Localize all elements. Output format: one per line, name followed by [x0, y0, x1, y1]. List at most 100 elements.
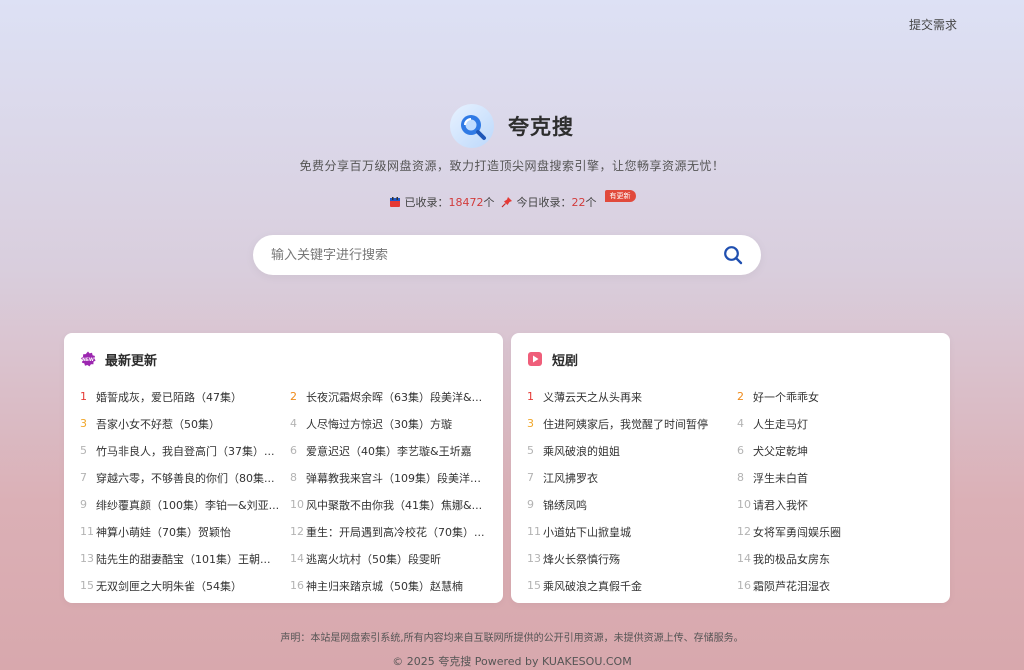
rank-number: 14	[737, 552, 751, 565]
item-title: 我的极品女房东	[753, 552, 830, 566]
list-item[interactable]: 2 好一个乖乖女	[737, 383, 936, 410]
submit-request-link[interactable]: 提交需求	[909, 16, 957, 33]
item-title: 婚誓成灰，爱已陌路（47集）	[96, 390, 242, 404]
tagline: 免费分享百万级网盘资源，致力打造顶尖网盘搜索引擎，让您畅享资源无忧！	[299, 159, 725, 173]
list-item[interactable]: 7 江风拂罗衣	[527, 464, 737, 491]
list-item[interactable]: 8 浮生未白首	[737, 464, 936, 491]
rank-number: 5	[527, 444, 534, 457]
short-drama-list: 1 义薄云天之从头再来 2 好一个乖乖女 3 住进阿姨家后，我觉醒了时间暂停 4 人生走马灯 5…	[527, 383, 934, 599]
list-item[interactable]: 12 重生：开局遇到高冷校花（70集）...	[290, 518, 489, 545]
search-bar	[253, 235, 761, 275]
list-item[interactable]: 11 神算小萌娃（70集）贺颖怡	[80, 518, 290, 545]
item-title: 人尽悔过方惊迟（30集）方璇	[306, 417, 452, 431]
short-drama-card: 短剧 1 义薄云天之从头再来 2 好一个乖乖女 3 住进阿姨家后，我觉醒了时间暂停 4 人生走…	[511, 333, 950, 603]
list-item[interactable]: 15 无双剑匣之大明朱雀（54集）	[80, 572, 290, 599]
list-item[interactable]: 16 霜陨芦花泪湿衣	[737, 572, 936, 599]
list-item[interactable]: 15 乘风破浪之真假千金	[527, 572, 737, 599]
item-title: 人生走马灯	[753, 417, 808, 431]
item-title: 吾家小女不好惹（50集）	[96, 417, 220, 431]
list-item[interactable]: 4 人生走马灯	[737, 410, 936, 437]
list-item[interactable]: 14 我的极品女房东	[737, 545, 936, 572]
brand: 夸克搜	[0, 104, 1024, 148]
rank-number: 9	[80, 498, 87, 511]
item-title: 爱意迟迟（40集）李艺璇&王圻嘉	[306, 444, 472, 458]
list-item[interactable]: 6 爱意迟迟（40集）李艺璇&王圻嘉	[290, 437, 489, 464]
item-title: 锦绣凤鸣	[543, 498, 587, 512]
list-item[interactable]: 8 弹幕教我来宫斗（109集）段美洋&...	[290, 464, 489, 491]
rank-number: 15	[527, 579, 541, 592]
item-title: 小道姑下山掀皇城	[543, 525, 631, 539]
item-title: 住进阿姨家后，我觉醒了时间暂停	[543, 417, 708, 431]
item-title: 犬父定乾坤	[753, 444, 808, 458]
latest-updates-title: 最新更新	[105, 353, 158, 369]
rank-number: 2	[737, 390, 744, 403]
rank-number: 4	[290, 417, 297, 430]
list-item[interactable]: 4 人尽悔过方惊迟（30集）方璇	[290, 410, 489, 437]
rank-number: 8	[290, 471, 297, 484]
short-drama-title: 短剧	[552, 353, 579, 369]
list-item[interactable]: 16 神主归来踏京城（50集）赵慧楠	[290, 572, 489, 599]
item-title: 江风拂罗衣	[543, 471, 598, 485]
list-item[interactable]: 13 烽火长祭慎行殇	[527, 545, 737, 572]
list-item[interactable]: 9 绯纱覆真颜（100集）李铂一&刘亚...	[80, 491, 290, 518]
rank-number: 7	[527, 471, 534, 484]
disclaimer: 声明：本站是网盘索引系统,所有内容均来自互联网所提供的公开引用资源，未提供资源上…	[280, 633, 744, 644]
rank-number: 1	[80, 390, 87, 403]
item-title: 神算小萌娃（70集）贺颖怡	[96, 525, 231, 539]
item-title: 乘风破浪之真假千金	[543, 579, 642, 593]
list-item[interactable]: 10 风中聚散不由你我（41集）焦娜&...	[290, 491, 489, 518]
list-item[interactable]: 3 住进阿姨家后，我觉醒了时间暂停	[527, 410, 737, 437]
collected-unit: 个	[483, 196, 495, 209]
rank-number: 13	[80, 552, 94, 565]
rank-number: 10	[737, 498, 751, 511]
logo-icon	[450, 104, 494, 148]
list-item[interactable]: 1 义薄云天之从头再来	[527, 383, 737, 410]
pin-icon	[501, 197, 512, 208]
item-title: 陆先生的甜妻酷宝（101集）王朝...	[96, 552, 271, 566]
list-item[interactable]: 3 吾家小女不好惹（50集）	[80, 410, 290, 437]
item-title: 绯纱覆真颜（100集）李铂一&刘亚...	[96, 498, 280, 512]
search-button[interactable]	[721, 243, 745, 267]
item-title: 好一个乖乖女	[753, 390, 819, 404]
list-item[interactable]: 6 犬父定乾坤	[737, 437, 936, 464]
list-item[interactable]: 7 穿越六零，不够善良的你们（80集...	[80, 464, 290, 491]
list-item[interactable]: 5 乘风破浪的姐姐	[527, 437, 737, 464]
item-title: 风中聚散不由你我（41集）焦娜&...	[306, 498, 483, 512]
item-title: 烽火长祭慎行殇	[543, 552, 620, 566]
rank-number: 12	[290, 525, 304, 538]
list-item[interactable]: 12 女将军勇闯娱乐圈	[737, 518, 936, 545]
today-value: 22	[571, 195, 586, 209]
list-item[interactable]: 11 小道姑下山掀皇城	[527, 518, 737, 545]
rank-number: 10	[290, 498, 304, 511]
latest-updates-list: 1 婚誓成灰，爱已陌路（47集） 2 长夜沉霜烬余晖（63集）段美洋&... 3 吾家小女…	[80, 383, 489, 599]
calendar-icon	[389, 197, 400, 207]
rank-number: 3	[80, 417, 87, 430]
rank-number: 9	[527, 498, 534, 511]
item-title: 神主归来踏京城（50集）赵慧楠	[306, 579, 463, 593]
item-title: 竹马非良人，我自登高门（37集）...	[96, 444, 275, 458]
search-input[interactable]	[271, 247, 721, 263]
collected-value: 18472	[448, 195, 484, 209]
list-item[interactable]: 10 请君入我怀	[737, 491, 936, 518]
svg-text:NEW: NEW	[82, 357, 94, 363]
rank-number: 11	[80, 525, 94, 538]
rank-number: 14	[290, 552, 304, 565]
update-badge: 有更新	[604, 190, 636, 202]
item-title: 请君入我怀	[753, 498, 808, 512]
item-title: 穿越六零，不够善良的你们（80集...	[96, 471, 275, 485]
copyright: © 2025 夸克搜 Powered by KUAKESOU.COM	[392, 655, 632, 668]
list-item[interactable]: 1 婚誓成灰，爱已陌路（47集）	[80, 383, 290, 410]
list-item[interactable]: 14 逃离火坑村（50集）段雯昕	[290, 545, 489, 572]
item-title: 乘风破浪的姐姐	[543, 444, 620, 458]
rank-number: 15	[80, 579, 94, 592]
rank-number: 4	[737, 417, 744, 430]
rank-number: 16	[290, 579, 304, 592]
rank-number: 16	[737, 579, 751, 592]
search-icon	[724, 246, 743, 265]
list-item[interactable]: 2 长夜沉霜烬余晖（63集）段美洋&...	[290, 383, 489, 410]
brand-name: 夸克搜	[508, 115, 574, 139]
list-item[interactable]: 5 竹马非良人，我自登高门（37集）...	[80, 437, 290, 464]
list-item[interactable]: 9 锦绣凤鸣	[527, 491, 737, 518]
list-item[interactable]: 13 陆先生的甜妻酷宝（101集）王朝...	[80, 545, 290, 572]
item-title: 弹幕教我来宫斗（109集）段美洋&...	[306, 471, 489, 485]
